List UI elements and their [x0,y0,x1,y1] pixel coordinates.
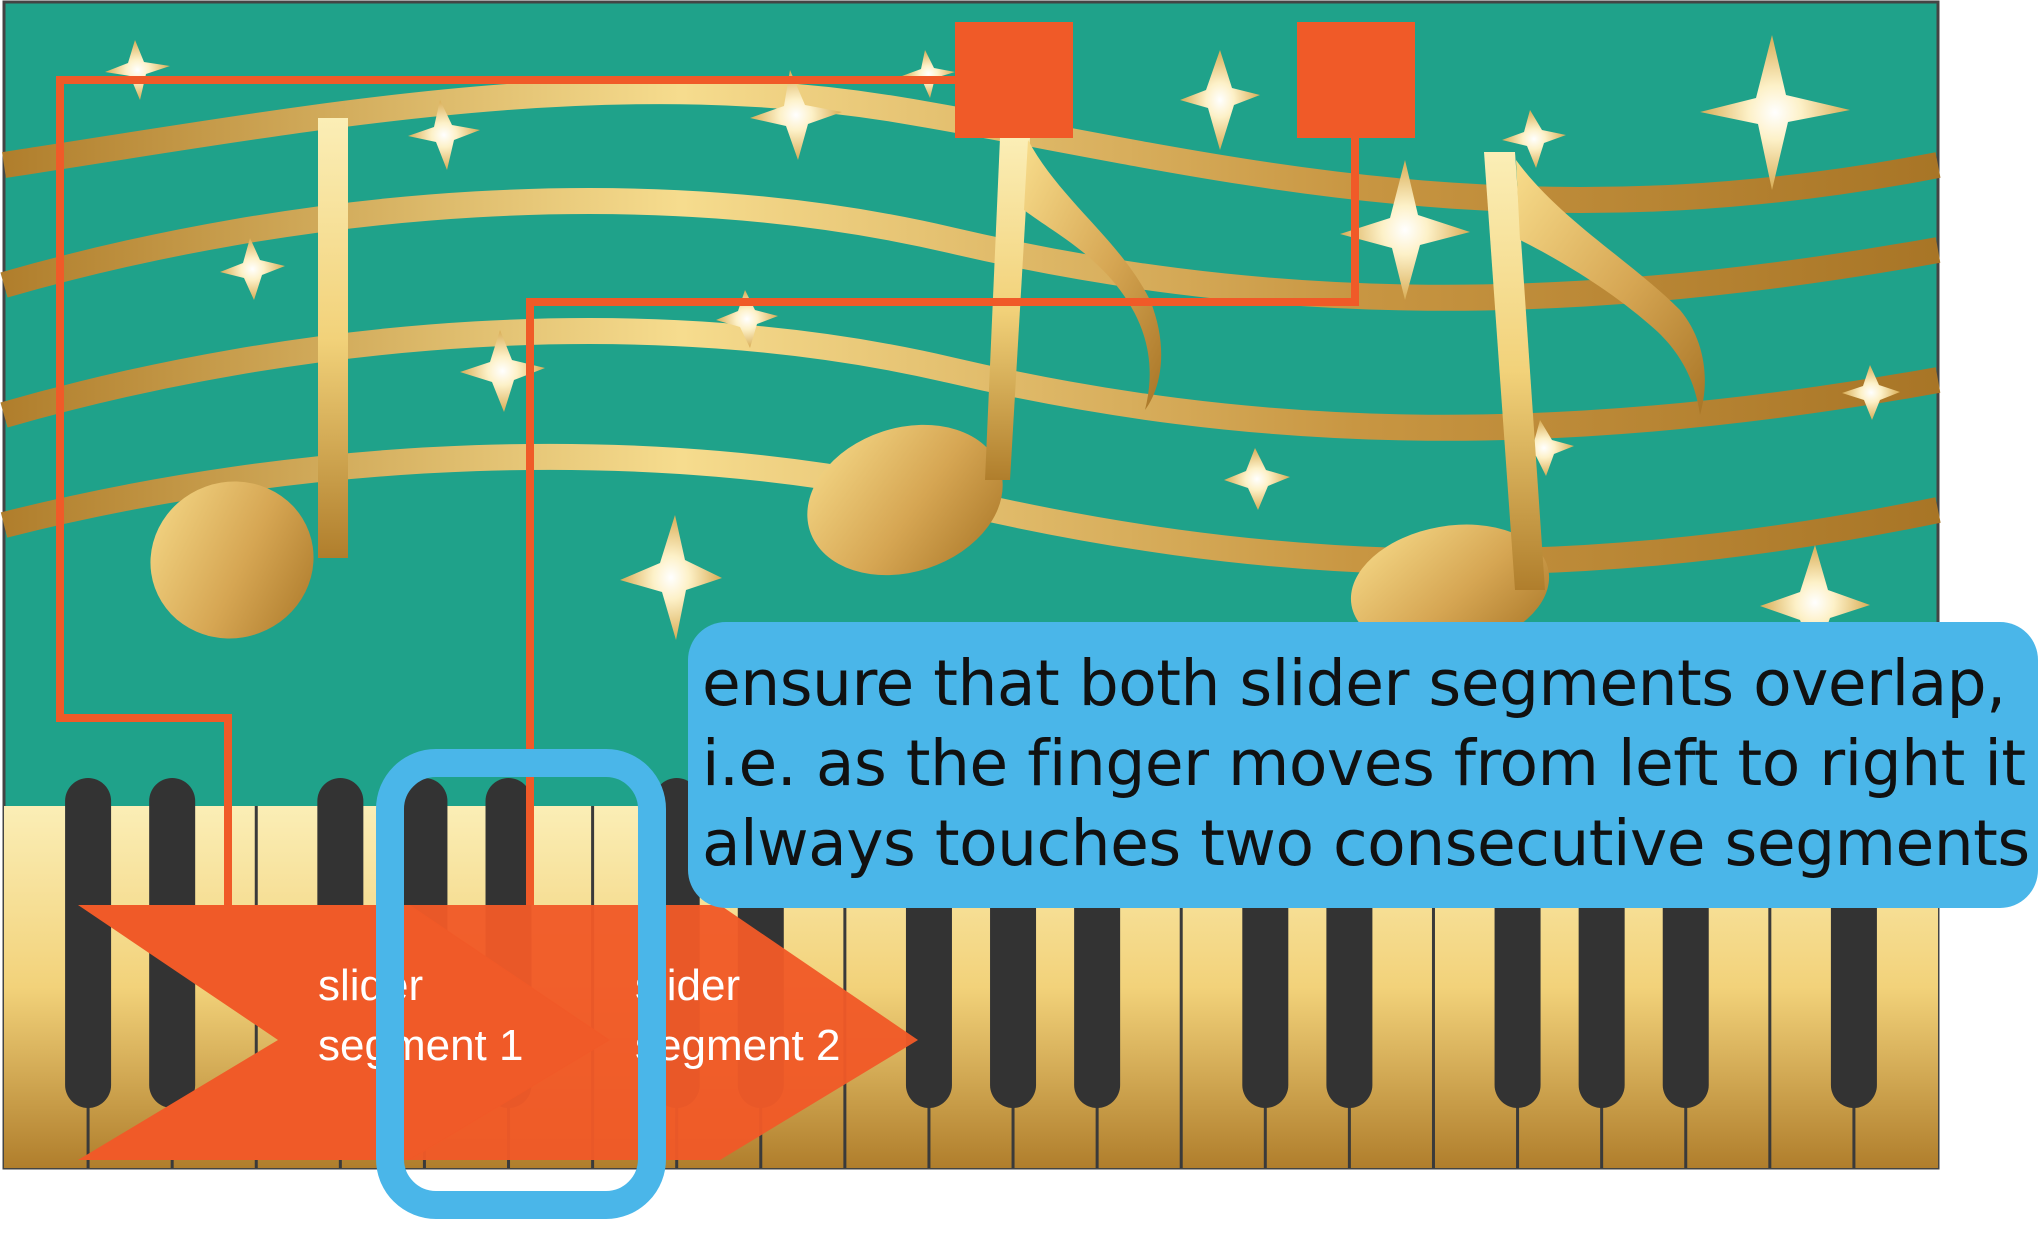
callout-line-1: ensure that both slider segments overlap… [702,647,2006,720]
connection-pad-1 [955,22,1073,138]
black-key [65,778,112,1108]
connection-pad-2 [1297,22,1415,138]
callout-note: ensure that both slider segments overlap… [688,622,2038,908]
slider-segment-1-label-line2: segment 1 [318,1021,523,1070]
callout-line-2: i.e. as the finger moves from left to ri… [702,727,2026,800]
slider-segment-1-label-line1: slider [318,961,423,1010]
callout-line-3: always touches two consecutive segments [702,807,2030,880]
